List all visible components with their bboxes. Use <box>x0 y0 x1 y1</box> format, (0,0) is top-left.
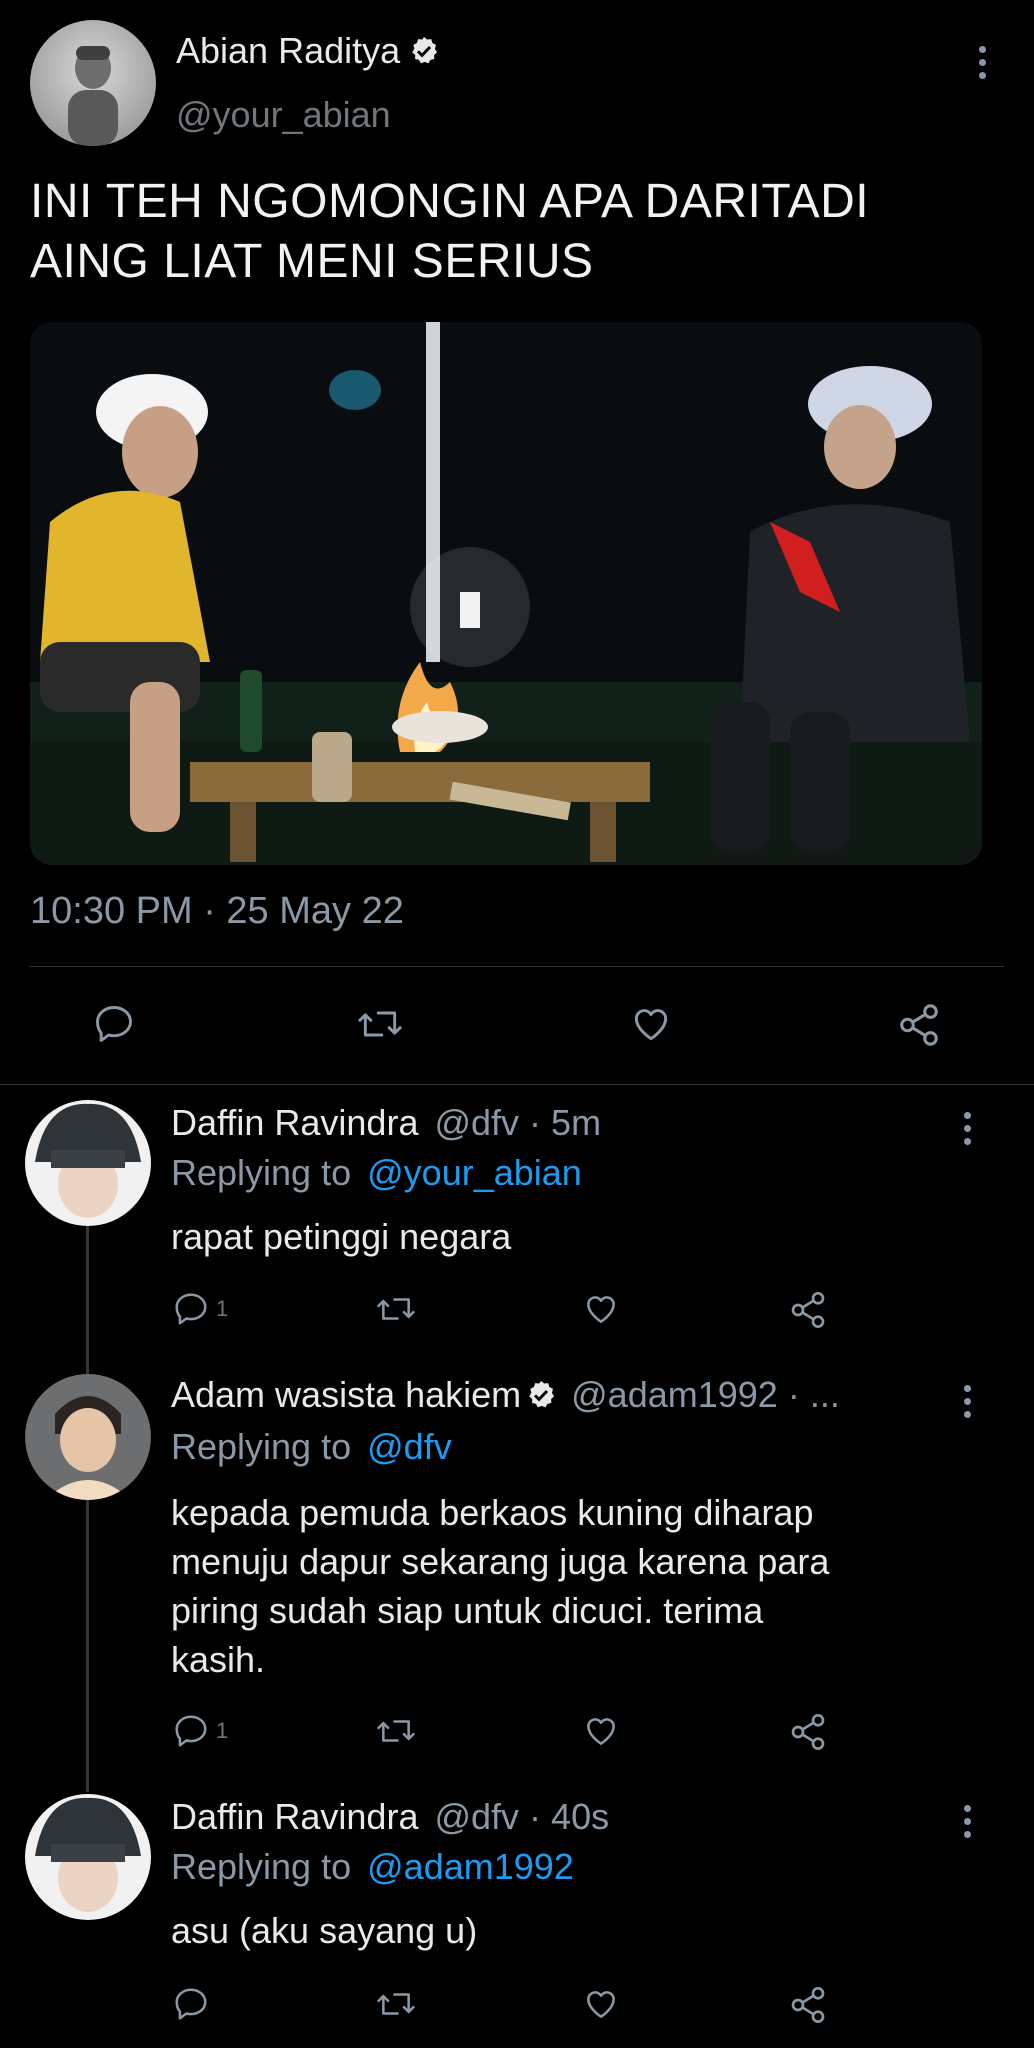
reply-author-name[interactable]: Daffin Ravindra <box>171 1796 418 1837</box>
share-icon[interactable] <box>788 1290 828 1330</box>
tweet-timestamp: 10:30 PM · 25 May 22 <box>30 890 404 932</box>
like-icon[interactable] <box>581 1290 621 1328</box>
more-options-icon[interactable] <box>962 1805 972 1838</box>
reply-author-name[interactable]: Adam wasista hakiem <box>171 1374 521 1416</box>
replying-label: Replying to <box>171 1846 352 1887</box>
thread-line <box>86 1500 89 1792</box>
author-avatar[interactable] <box>30 20 156 146</box>
author-handle[interactable]: @your_abian <box>176 94 391 136</box>
retweet-icon[interactable] <box>374 1712 418 1750</box>
reply-text-line: menuju dapur sekarang juga karena para <box>171 1541 830 1582</box>
reply-avatar[interactable] <box>25 1374 151 1500</box>
reply-text: asu (aku sayang u) <box>171 1910 478 1951</box>
divider <box>0 1084 1034 1085</box>
tweet-text-line: AING LIAT MENI SERIUS <box>30 235 594 288</box>
reply-text-line: kepada pemuda berkaos kuning diharap <box>171 1492 814 1533</box>
reply-avatar[interactable] <box>25 1794 151 1920</box>
reply-text-line: piring sudah siap untuk dicuci. terima <box>171 1590 764 1631</box>
reply-count: 1 <box>216 1296 229 1321</box>
replying-label: Replying to <box>171 1152 352 1193</box>
more-options-icon[interactable] <box>977 46 987 79</box>
reply-author-name[interactable]: Daffin Ravindra <box>171 1102 418 1143</box>
reply-handle-time[interactable]: @dfv · 5m <box>434 1102 601 1143</box>
retweet-icon[interactable] <box>374 1290 418 1328</box>
verified-badge-icon <box>525 1379 557 1411</box>
more-options-icon[interactable] <box>962 1112 972 1145</box>
share-icon[interactable] <box>788 1712 828 1752</box>
retweet-icon[interactable] <box>374 1985 418 2023</box>
tweet-text-line: INI TEH NGOMONGIN APA DARITADI <box>30 175 870 228</box>
like-icon[interactable] <box>581 1712 621 1750</box>
reply-icon <box>172 1712 210 1750</box>
tweet-photo[interactable] <box>30 322 982 865</box>
replying-to-link[interactable]: @adam1992 <box>367 1846 574 1887</box>
retweet-icon[interactable] <box>356 1002 404 1046</box>
reply-icon[interactable] <box>172 1985 210 2023</box>
avatar-figure <box>68 46 118 146</box>
more-options-icon[interactable] <box>962 1385 972 1418</box>
divider <box>30 966 1004 967</box>
reply-avatar[interactable] <box>25 1100 151 1226</box>
replying-to-link[interactable]: @dfv <box>367 1426 452 1467</box>
reply-icon[interactable] <box>92 1002 136 1046</box>
tweet-text: INI TEH NGOMONGIN APA DARITADI AING LIAT… <box>30 172 869 292</box>
reply-button[interactable]: 1 <box>172 1712 228 1750</box>
reply-text: kepada pemuda berkaos kuning diharap men… <box>171 1488 829 1684</box>
replying-label: Replying to <box>171 1426 352 1467</box>
thread-line <box>86 1226 89 1376</box>
verified-badge-icon <box>408 35 440 67</box>
share-icon[interactable] <box>896 1002 942 1048</box>
reply-text-line: kasih. <box>171 1639 266 1680</box>
reply-icon <box>172 1290 210 1328</box>
share-icon[interactable] <box>788 1985 828 2025</box>
reply-count: 1 <box>216 1718 229 1743</box>
reply-handle-time[interactable]: @dfv · 40s <box>434 1796 609 1837</box>
reply-handle-time[interactable]: @adam1992 · ... <box>571 1374 840 1416</box>
reply-text: rapat petinggi negara <box>171 1216 512 1257</box>
like-icon[interactable] <box>581 1985 621 2023</box>
author-name[interactable]: Abian Raditya <box>176 30 400 72</box>
like-icon[interactable] <box>628 1002 674 1046</box>
reply-button[interactable]: 1 <box>172 1290 228 1328</box>
replying-to-link[interactable]: @your_abian <box>367 1152 582 1193</box>
